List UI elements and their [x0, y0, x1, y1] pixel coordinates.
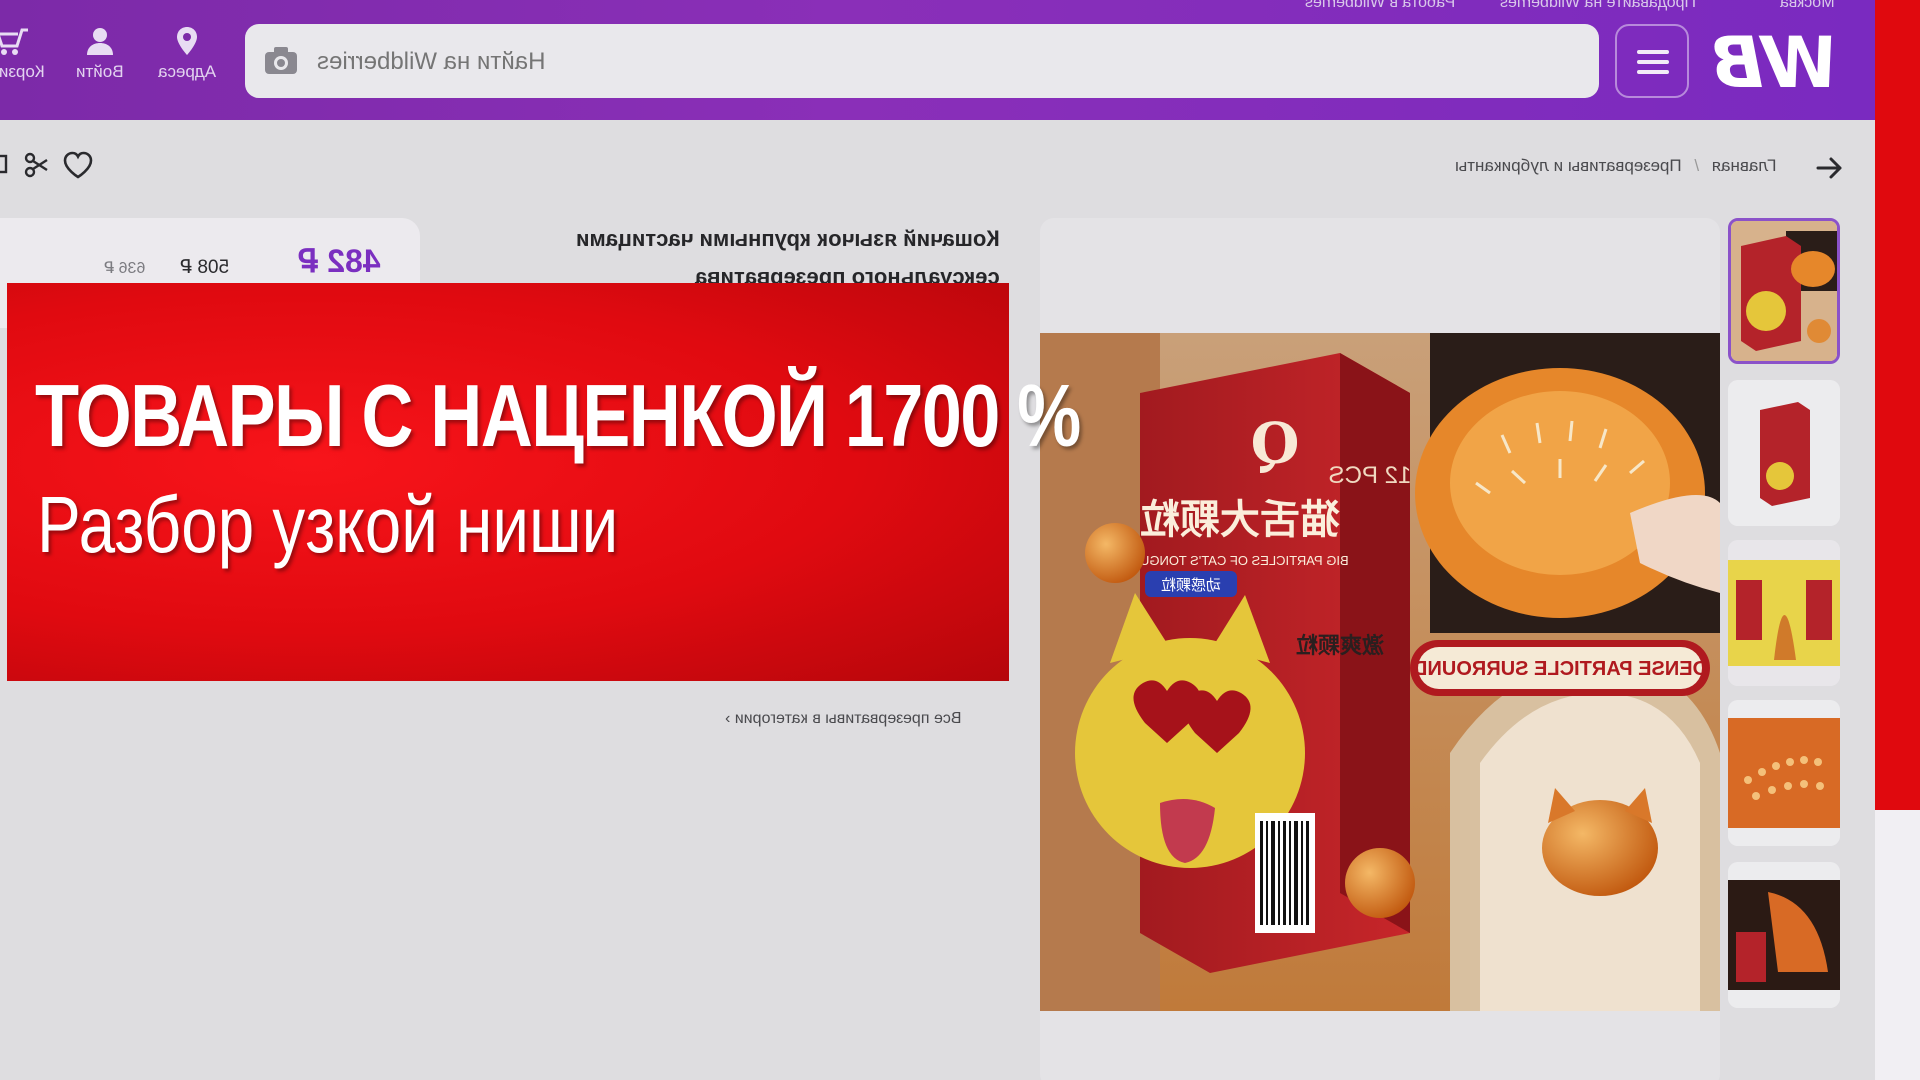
breadcrumb: Главная / Презервативы и лубриканты [1455, 156, 1777, 176]
thumbnail-image [1731, 221, 1837, 361]
product-illustration: DENSE PARTICLE SURROUND Q 猫舌大颗粒 BIG PART… [1040, 333, 1720, 1011]
menu-icon-line [1637, 50, 1669, 54]
product-main-image[interactable]: DENSE PARTICLE SURROUND Q 猫舌大颗粒 BIG PART… [1040, 333, 1720, 1011]
menu-button[interactable] [1615, 24, 1689, 98]
category-link[interactable]: Все презервативы в категории › [725, 710, 961, 728]
thumbnail-image [1728, 380, 1840, 526]
promo-banner: ТОВАРЫ С НАЦЕНКОЙ 1700 % Разбор узкой ни… [7, 283, 1081, 681]
gallery-thumbnail[interactable] [1728, 862, 1840, 1008]
price-current: 482 ₽ [298, 243, 381, 279]
menu-icon-line [1637, 60, 1669, 64]
location-pin-icon [177, 27, 198, 55]
red-side-bar [1875, 0, 1920, 810]
address-button[interactable]: Адреса [158, 26, 216, 82]
top-link-city[interactable]: Москва [1780, 0, 1835, 12]
share-icon[interactable] [24, 150, 50, 180]
favorite-heart-icon[interactable] [62, 150, 94, 180]
gallery-thumbnail[interactable] [1728, 540, 1840, 686]
product-title-line1: Кошачий язычок крупными частицами [576, 226, 1000, 251]
thumbnail-image [1728, 862, 1840, 1008]
camera-icon[interactable] [263, 44, 299, 78]
menu-icon-line [1637, 70, 1669, 74]
price-old: 636 ₽ [104, 260, 146, 277]
right-edge [1875, 810, 1920, 1080]
banner-subtitle: Разбор узкой ниши [37, 480, 619, 569]
top-link-sell[interactable]: Продавайте на Wildberries [1500, 0, 1696, 12]
login-button[interactable]: Войти [76, 26, 124, 82]
user-icon [86, 28, 113, 55]
login-label: Войти [76, 62, 124, 81]
gallery-thumbnail[interactable] [1728, 218, 1840, 364]
top-link-jobs[interactable]: Работа в Wildberries [1305, 0, 1455, 12]
cart-button[interactable]: Корзина [0, 26, 45, 82]
breadcrumb-home[interactable]: Главная [1712, 156, 1777, 175]
back-arrow-icon[interactable] [1814, 152, 1846, 184]
banner-title: ТОВАРЫ С НАЦЕНКОЙ 1700 % [35, 366, 1081, 465]
box-chinese: 猫舌大颗粒 [1140, 497, 1340, 543]
breadcrumb-separator: / [1694, 156, 1700, 175]
cart-icon [0, 28, 29, 55]
box-count: 12 PCS [1329, 462, 1412, 489]
box-blue-label: 动感颗粒 [1161, 576, 1221, 594]
brand-mark: Q [1251, 411, 1300, 477]
search-bar [245, 24, 1599, 100]
address-label: Адреса [158, 62, 217, 81]
box-english: BIG PARTICLES OF CAT'S TONGUE [1131, 553, 1349, 568]
thumbnail-image [1728, 540, 1840, 686]
compare-icon[interactable] [0, 150, 10, 180]
gallery-thumbnail[interactable] [1728, 380, 1840, 526]
site-header: Москва Продавайте на Wildberries Работа … [0, 0, 1875, 120]
search-input[interactable] [315, 24, 1569, 100]
cart-label: Корзина [0, 62, 45, 81]
gallery-thumbnail[interactable] [1728, 700, 1840, 846]
box-side-text: 激爽颗粒 [1296, 633, 1384, 659]
screenshot-scene: Москва Продавайте на Wildberries Работа … [0, 0, 1880, 1080]
thumbnail-image [1728, 700, 1840, 846]
breadcrumb-category[interactable]: Презервативы и лубриканты [1455, 156, 1682, 175]
wb-logo[interactable]: WB [1712, 22, 1839, 104]
ribbon-text: DENSE PARTICLE SURROUND [1413, 658, 1707, 680]
price-wallet: 508 ₽ [180, 257, 230, 278]
